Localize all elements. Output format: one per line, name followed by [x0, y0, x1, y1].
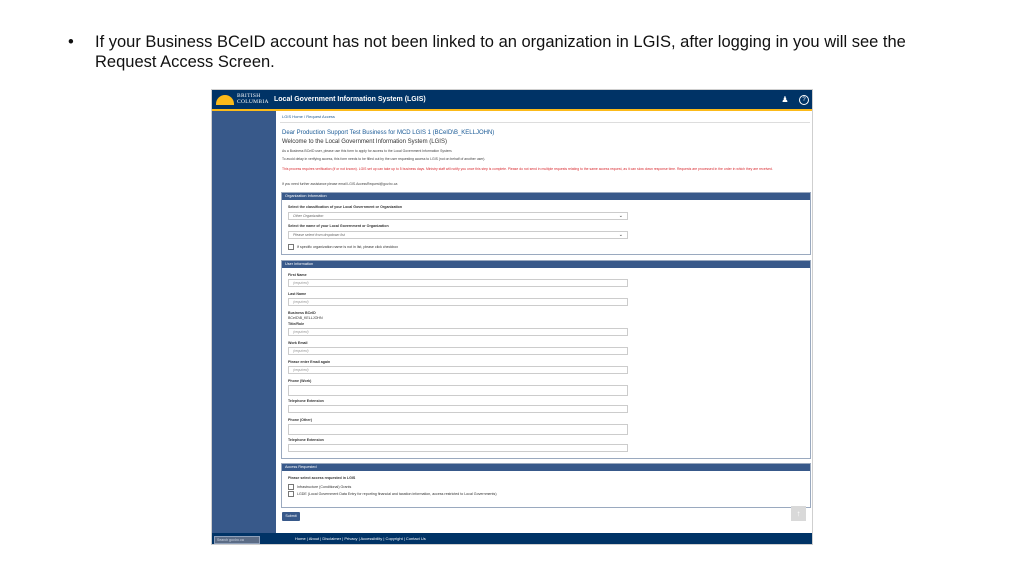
bceid-value: BCeID\B_KELLJOHN: [288, 316, 323, 320]
sidebar: [212, 111, 276, 533]
lgde-label: LGDE (Local Government Data Entry for re…: [297, 492, 497, 496]
last-name-label: Last Name: [288, 292, 307, 296]
classification-value: Other Organization: [293, 214, 324, 218]
access-option-infrastructure[interactable]: Infrastructure (Conditional) Grants: [288, 484, 351, 490]
extension-input-1[interactable]: [288, 405, 628, 413]
first-name-label: First Name: [288, 273, 307, 277]
extension-input-2[interactable]: [288, 444, 628, 452]
org-not-in-list-label: If specific organization name is not in …: [297, 245, 399, 249]
phone-other-input[interactable]: [288, 424, 628, 435]
org-name-label: Select the name of your Local Government…: [288, 224, 389, 228]
phone-other-label: Phone (Other): [288, 418, 312, 422]
access-panel: Access Requested Please select access re…: [281, 463, 811, 508]
app-title: Local Government Information System (LGI…: [274, 96, 426, 103]
main-content: LGIS Home / Request Access Dear Producti…: [276, 111, 812, 533]
bullet-text: If your Business BCeID account has not b…: [95, 33, 906, 71]
verification-notice: This process requires verification (if o…: [282, 167, 773, 171]
footer-links[interactable]: Home | About | Disclaimer | Privacy | Ac…: [295, 536, 426, 541]
lgde-checkbox[interactable]: [288, 491, 294, 497]
phone-work-input[interactable]: [288, 385, 628, 396]
intro-line-2: To avoid delay in verifying access, this…: [282, 157, 486, 161]
breadcrumb-home[interactable]: LGIS Home: [282, 114, 303, 119]
help-icon[interactable]: ?: [799, 95, 809, 105]
org-not-in-list-checkbox[interactable]: [288, 244, 294, 250]
last-name-input[interactable]: (required): [288, 298, 628, 306]
extension-label-2: Telephone Extension: [288, 438, 324, 442]
breadcrumb: LGIS Home / Request Access: [282, 114, 335, 119]
extension-label-1: Telephone Extension: [288, 399, 324, 403]
access-panel-heading: Access Requested: [282, 464, 810, 471]
bceid-label: Business BCeID: [288, 311, 316, 315]
app-header: BRITISH COLUMBIA Local Government Inform…: [212, 90, 812, 111]
assistance-note: If you need further assistance please em…: [282, 182, 398, 186]
welcome-heading: Welcome to the Local Government Informat…: [282, 139, 447, 145]
chevron-down-icon: ⌄: [618, 232, 623, 238]
chevron-down-icon: ⌄: [618, 213, 623, 219]
email-confirm-label: Please enter Email again: [288, 360, 331, 364]
user-panel-heading: User Information: [282, 261, 810, 268]
submit-button[interactable]: Submit: [282, 512, 300, 521]
scroll-to-top-icon[interactable]: ↑: [791, 506, 806, 521]
email-confirm-input[interactable]: (required): [288, 366, 628, 374]
lgis-screenshot: BRITISH COLUMBIA Local Government Inform…: [211, 89, 813, 545]
organization-panel-heading: Organization Information: [282, 193, 810, 200]
access-option-lgde[interactable]: LGDE (Local Government Data Entry for re…: [288, 491, 497, 497]
logo-line-2: COLUMBIA: [237, 99, 269, 105]
user-panel: User Information First Name (required) L…: [281, 260, 811, 459]
divider: [280, 122, 810, 123]
work-email-label: Work Email: [288, 341, 308, 345]
title-input[interactable]: (required): [288, 328, 628, 336]
intro-line-1: As a Business BCeID user, please use thi…: [282, 149, 453, 153]
user-icon[interactable]: ♟: [780, 95, 790, 105]
infrastructure-checkbox[interactable]: [288, 484, 294, 490]
org-name-placeholder: Please select from dropdown list: [293, 233, 345, 237]
sun-icon: [216, 95, 234, 105]
org-name-select[interactable]: Please select from dropdown list ⌄: [288, 231, 628, 239]
classification-label: Select the classification of your Local …: [288, 205, 403, 209]
bc-logo[interactable]: BRITISH COLUMBIA: [214, 92, 272, 108]
first-name-input[interactable]: (required): [288, 279, 628, 287]
breadcrumb-current: Request Access: [306, 114, 335, 119]
infrastructure-label: Infrastructure (Conditional) Grants: [297, 485, 352, 489]
bullet-glyph: •: [68, 33, 74, 51]
greeting: Dear Production Support Test Business fo…: [282, 130, 495, 136]
slide-bullet: • If your Business BCeID account has not…: [68, 32, 968, 72]
organization-panel: Organization Information Select the clas…: [281, 192, 811, 255]
work-email-input[interactable]: (required): [288, 347, 628, 355]
title-label: Title/Role: [288, 322, 305, 326]
access-prompt: Please select access requested in LGIS: [288, 476, 356, 480]
classification-select[interactable]: Other Organization ⌄: [288, 212, 628, 220]
org-not-in-list-row[interactable]: If specific organization name is not in …: [288, 244, 398, 250]
phone-work-label: Phone (Work): [288, 379, 312, 383]
footer-search-input[interactable]: Search gov.bc.ca: [214, 536, 260, 544]
app-footer: Search gov.bc.ca Home | About | Disclaim…: [212, 533, 812, 544]
